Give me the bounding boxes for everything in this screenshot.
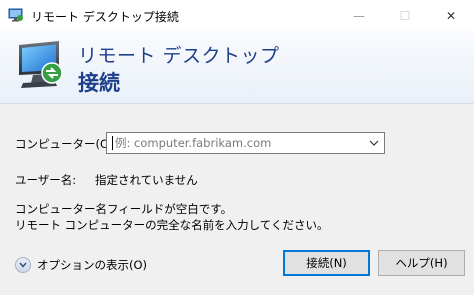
close-icon: ✕ (445, 8, 457, 23)
show-options-label: オプションの表示(O) (37, 258, 148, 272)
info-message-line2: リモート コンピューターの完全な名前を入力してください。 (15, 218, 329, 232)
computer-input[interactable] (107, 133, 373, 153)
title-bar: リモート デスクトップ接続 — ☐ ✕ (0, 0, 474, 31)
help-button-label: ヘルプ(H) (395, 256, 448, 270)
header-banner: リモート デスクトップ 接続 (0, 31, 474, 104)
remote-desktop-app-icon (8, 8, 23, 22)
maximize-icon: ☐ (399, 8, 411, 23)
text-caret (112, 136, 113, 150)
expand-options-icon (15, 257, 31, 273)
minimize-icon: — (353, 8, 365, 23)
header-title-line1: リモート デスクトップ (78, 45, 280, 67)
chevron-down-icon (369, 140, 379, 146)
computer-dropdown-button[interactable] (364, 133, 384, 153)
connect-button[interactable]: 接続(N) (283, 250, 370, 276)
maximize-button[interactable]: ☐ (382, 0, 428, 31)
help-button[interactable]: ヘルプ(H) (378, 250, 465, 276)
header-title-line2: 接続 (78, 71, 120, 95)
remote-desktop-logo-icon (19, 41, 63, 88)
show-options-toggle[interactable]: オプションの表示(O) (15, 257, 147, 273)
info-message-line1: コンピューター名フィールドが空白です。 (15, 202, 233, 216)
close-button[interactable]: ✕ (428, 0, 474, 31)
window-title: リモート デスクトップ接続 (31, 10, 179, 24)
connect-button-label: 接続(N) (306, 256, 347, 270)
computer-combobox[interactable] (106, 132, 385, 154)
computer-label: コンピューター(C): (15, 137, 117, 151)
username-value: 指定されていません (95, 173, 198, 187)
minimize-button[interactable]: — (336, 0, 382, 31)
username-label: ユーザー名: (15, 173, 77, 187)
